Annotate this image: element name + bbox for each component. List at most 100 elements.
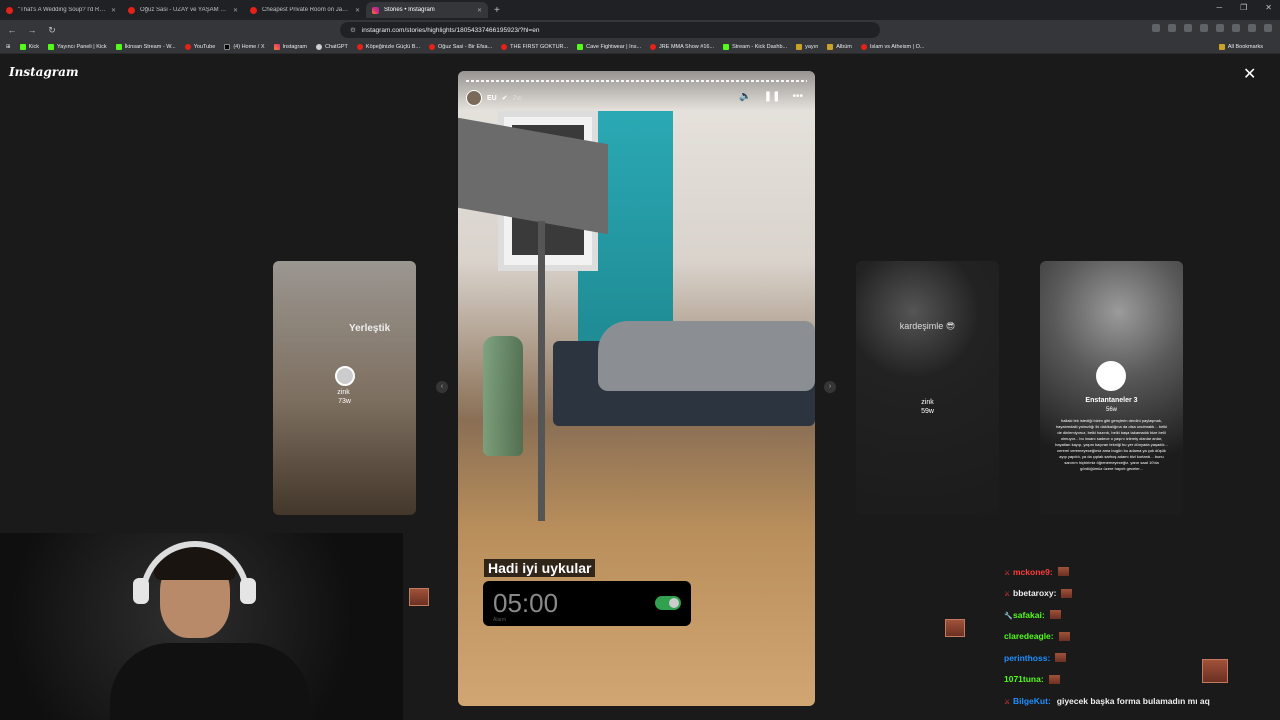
bookmark-item[interactable]: THE FIRST GOKTUR... — [501, 43, 569, 50]
back-icon[interactable]: ← — [4, 25, 20, 35]
browser-tab[interactable]: Oğuz Sasi - UZAY ve YAŞAM Teoriler ✕ — [122, 2, 244, 18]
minimize-icon[interactable]: ─ — [1216, 3, 1222, 12]
chat-message: ⚔ mckone9: — [1004, 561, 1274, 583]
bookmark-item[interactable]: Instagram — [273, 43, 307, 50]
chat-username: 1071tuna: — [1004, 674, 1044, 685]
restore-icon[interactable]: ❐ — [1240, 3, 1247, 12]
highlight-title: Enstantaneler 3 — [1085, 397, 1138, 404]
emote-icon — [1048, 674, 1060, 684]
previous-story-icon[interactable]: ‹ — [436, 381, 448, 393]
browser-tab-active[interactable]: Stories • Instagram ✕ — [366, 2, 488, 18]
verified-badge-icon: ✔ — [501, 95, 508, 102]
bookmark-item[interactable]: Stream - Kick Dashb... — [723, 43, 788, 50]
headset-cup-left — [133, 578, 149, 604]
emote-icon — [1058, 631, 1070, 641]
tab-title: "That's A Wedding Soup? I'd Rather — [18, 7, 107, 13]
side-story-left[interactable]: Yerleştik zink 73w — [273, 261, 416, 515]
alarm-toggle — [655, 596, 681, 610]
youtube-icon — [6, 6, 13, 14]
new-tab-button[interactable]: + — [494, 5, 500, 16]
avatar — [1096, 361, 1126, 391]
all-bookmarks-label: All Bookmarks — [1227, 43, 1263, 50]
close-tab-icon[interactable]: ✕ — [355, 7, 360, 14]
bookmark-item[interactable]: Köpeğinizle Güçlü B... — [356, 43, 420, 50]
bookmark-item[interactable]: YouTube — [184, 43, 215, 50]
bookmark-item[interactable]: Oğuz Sasi - Bir Efsa... — [429, 43, 492, 50]
close-window-icon[interactable]: ✕ — [1265, 3, 1272, 12]
emote-icon — [1049, 610, 1061, 620]
bookmark-label: Cave Fightwear | Ins... — [586, 43, 642, 50]
extension-icon[interactable] — [1216, 24, 1224, 32]
bookmark-item[interactable]: yayın — [796, 43, 819, 50]
extension-icon[interactable] — [1200, 24, 1208, 32]
folder-icon — [796, 43, 803, 50]
wrench-badge-icon: 🔧 — [1004, 612, 1013, 620]
extension-icon[interactable] — [1168, 24, 1176, 32]
bookmark-label: (4) Home / X — [233, 43, 265, 50]
bookmark-item[interactable]: Islam vs Atheism | O... — [860, 43, 924, 50]
bookmark-label: ChatGPT — [324, 43, 348, 50]
emote-icon — [1061, 588, 1073, 598]
bookmark-item[interactable]: İkinsan Stream - W... — [115, 43, 176, 50]
close-tab-icon[interactable]: ✕ — [233, 7, 238, 14]
site-info-icon[interactable]: ⚙ — [350, 26, 356, 34]
instagram-logo[interactable]: Instagram — [9, 65, 79, 79]
mute-icon[interactable]: 🔈 — [739, 91, 751, 102]
extension-icon[interactable] — [1248, 24, 1256, 32]
more-options-icon[interactable]: ••• — [792, 91, 803, 102]
chat-username: BilgeKut: — [1013, 695, 1051, 706]
story-username[interactable]: EU — [487, 95, 497, 102]
story-progress-bar — [466, 80, 807, 82]
alarm-time: 05:00 — [493, 588, 559, 618]
streamer-shirt — [110, 643, 310, 720]
reload-icon[interactable]: ↻ — [44, 25, 60, 36]
chat-username: claredeagle: — [1004, 631, 1054, 642]
bookmark-item[interactable]: Yayıncı Paneli | Kick — [48, 43, 107, 50]
bookmark-item[interactable]: ChatGPT — [315, 43, 348, 50]
browser-tab-bar: "That's A Wedding Soup? I'd Rather ✕ Oğuz… — [0, 0, 1280, 20]
youtube-icon — [250, 6, 257, 14]
youtube-icon — [128, 6, 135, 14]
forward-icon[interactable]: → — [24, 25, 40, 35]
side-story-right-2[interactable]: Enstantaneler 3 56w hallaki tek istediği… — [1040, 261, 1183, 515]
avatar[interactable] — [466, 90, 482, 106]
bookmark-item[interactable]: Albüm — [827, 43, 852, 50]
extensions-area — [1152, 24, 1272, 32]
close-icon[interactable]: ✕ — [1243, 67, 1256, 83]
story-username: zink — [337, 389, 350, 396]
chat-message: ⚔ BilgeKut: giyecek başka forma bulamadı… — [1004, 690, 1274, 712]
story-scene-bottle — [483, 336, 523, 456]
bookmark-label: THE FIRST GOKTUR... — [510, 43, 569, 50]
tab-title: Stories • Instagram — [384, 7, 435, 13]
browser-tab[interactable]: "That's A Wedding Soup? I'd Rather ✕ — [0, 2, 122, 18]
main-story[interactable]: EU ✔ 2w 🔈 ❚❚ ••• Hadi iyi uykular 05:00 … — [458, 71, 815, 706]
story-scene-table-leg — [538, 221, 545, 521]
emote-icon — [945, 619, 965, 637]
bookmark-label: Stream - Kick Dashb... — [732, 43, 788, 50]
address-bar[interactable]: ⚙ instagram.com/stories/highlights/18054… — [340, 22, 880, 38]
bookmark-item[interactable]: JRE MMA Show #16... — [650, 43, 714, 50]
chat-username: bbetaroxy: — [1013, 588, 1057, 599]
apps-icon[interactable]: ⊞ — [6, 44, 11, 50]
browser-tab[interactable]: Cheapest Private Room on Japan's Ch ✕ — [244, 2, 366, 18]
side-story-right-1[interactable]: kardeşimle 😎 zink 59w — [856, 261, 999, 515]
bookmark-item[interactable]: Cave Fightwear | Ins... — [577, 43, 642, 50]
extension-icon[interactable] — [1184, 24, 1192, 32]
close-tab-icon[interactable]: ✕ — [477, 7, 482, 14]
close-tab-icon[interactable]: ✕ — [111, 7, 116, 14]
bookmark-item[interactable]: Kick — [19, 43, 39, 50]
story-time: 73w — [338, 398, 351, 405]
youtube-icon — [501, 43, 508, 50]
pause-icon[interactable]: ❚❚ — [764, 91, 781, 102]
window-controls: ─ ❐ ✕ — [1216, 3, 1272, 12]
bookmark-label: yayın — [805, 43, 819, 50]
kick-icon — [723, 43, 730, 50]
next-story-icon[interactable]: › — [824, 381, 836, 393]
all-bookmarks-button[interactable]: All Bookmarks — [1218, 43, 1263, 50]
extension-icon[interactable] — [1232, 24, 1240, 32]
kick-icon — [115, 43, 122, 50]
menu-icon[interactable] — [1264, 24, 1272, 32]
extension-icon[interactable] — [1152, 24, 1160, 32]
bookmark-item[interactable]: (4) Home / X — [224, 43, 265, 50]
folder-icon — [827, 43, 834, 50]
